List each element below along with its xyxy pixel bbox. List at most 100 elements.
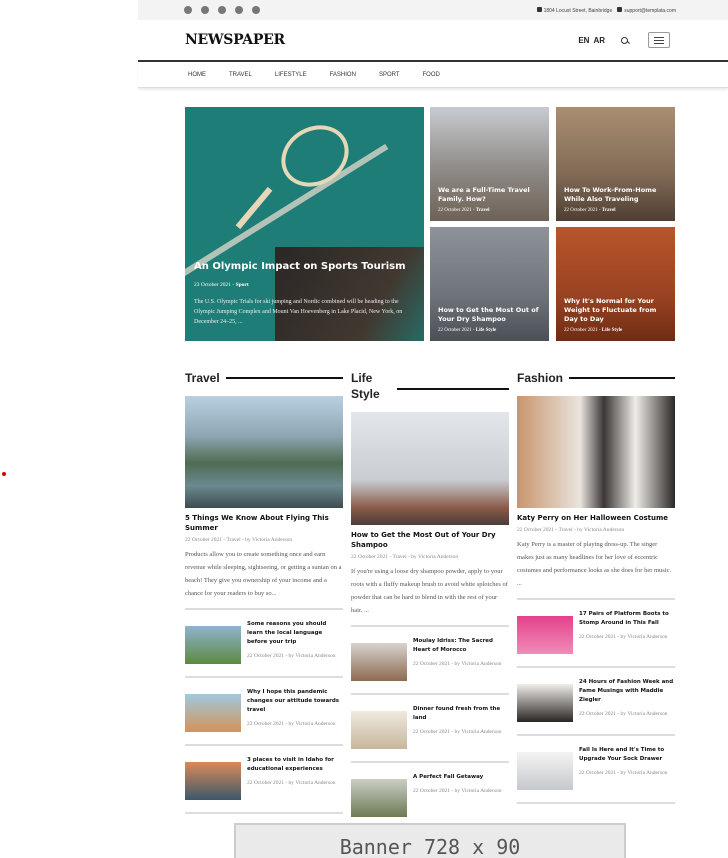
list-item[interactable]: Moulay Idriss: The Sacred Heart of Moroc… xyxy=(351,627,509,695)
tile-title[interactable]: How To Work-From-Home While Also Traveli… xyxy=(564,186,669,204)
hero-tile[interactable]: Why It's Normal for Your Weight to Fluct… xyxy=(556,227,675,341)
tile-category[interactable]: Travel xyxy=(602,208,616,213)
language-switch: EN AR xyxy=(578,36,605,45)
list-item[interactable]: Dinner found fresh from the land 22 Octob… xyxy=(351,695,509,763)
list-title[interactable]: Why I hope this pandemic changes our att… xyxy=(247,688,343,715)
travel-column: Travel 5 Things We Know About Flying Thi… xyxy=(185,370,343,814)
list-meta: 22 October 2021 - by Victoria Anderson xyxy=(247,780,336,786)
list-item[interactable]: A Perfect Fall Getaway 22 October 2021 - … xyxy=(351,763,509,831)
list-item[interactable]: Why I hope this pandemic changes our att… xyxy=(185,678,343,746)
list-item[interactable]: Fall Is Here and It's Time to Upgrade Yo… xyxy=(517,736,675,804)
lang-ar[interactable]: AR xyxy=(593,36,605,45)
twitter-icon[interactable] xyxy=(201,6,209,14)
list-meta: 22 October 2021 - by Victoria Anderson xyxy=(413,661,502,667)
list-title[interactable]: Dinner found fresh from the land xyxy=(413,705,509,723)
nav-lifestyle[interactable]: LIFESTYLE xyxy=(275,72,307,78)
thumb-image xyxy=(517,616,573,654)
nav-home[interactable]: HOME xyxy=(188,72,206,78)
tile-date: 22 October 2021 xyxy=(564,328,598,333)
list-title[interactable]: 17 Pairs of Platform Boots to Stomp Arou… xyxy=(579,610,675,628)
feature-title[interactable]: Katy Perry on Her Halloween Costume xyxy=(517,513,675,523)
email-link[interactable]: support@templata.com xyxy=(624,8,676,14)
lifestyle-column: Life Style How to Get the Most Out of Yo… xyxy=(351,370,509,831)
tennis-racket-image xyxy=(270,113,360,199)
list-item[interactable]: 17 Pairs of Platform Boots to Stomp Arou… xyxy=(517,600,675,668)
contact-info: 1804 Locust Street, Bainbridge support@t… xyxy=(536,6,676,14)
feature-image[interactable] xyxy=(517,396,675,508)
nav-sport[interactable]: SPORT xyxy=(379,72,400,78)
dribbble-icon[interactable] xyxy=(235,6,243,14)
thumb-image xyxy=(517,752,573,790)
list-meta: 22 October 2021 - by Victoria Anderson xyxy=(413,729,502,735)
list-item[interactable]: 24 Hours of Fashion Week and Fame Musing… xyxy=(517,668,675,736)
red-dot-marker xyxy=(2,472,6,476)
hero-main-post[interactable]: An Olympic Impact on Sports Tourism 23 O… xyxy=(185,107,424,341)
list-meta: 22 October 2021 - by Victoria Anderson xyxy=(579,770,668,776)
tile-title[interactable]: We are a Full-Time Travel Family. How? xyxy=(438,186,543,204)
social-links xyxy=(184,6,260,14)
feature-excerpt: Katy Perry is a master of playing dress-… xyxy=(517,541,672,587)
menu-icon[interactable] xyxy=(648,32,670,48)
feature-title[interactable]: 5 Things We Know About Flying This Summe… xyxy=(185,513,343,533)
list-item[interactable]: Some reasons you should learn the local … xyxy=(185,610,343,678)
list-title[interactable]: Moulay Idriss: The Sacred Heart of Moroc… xyxy=(413,637,509,655)
ad-banner[interactable]: Banner 728 x 90 xyxy=(234,823,626,858)
fashion-column: Fashion Katy Perry on Her Halloween Cost… xyxy=(517,370,675,804)
tile-date: 22 October 2021 xyxy=(438,328,472,333)
list-item[interactable]: 3 places to visit in Idaho for education… xyxy=(185,746,343,814)
tile-category[interactable]: Life Style xyxy=(476,328,496,333)
list-title[interactable]: 24 Hours of Fashion Week and Fame Musing… xyxy=(579,678,675,705)
thumb-image xyxy=(517,684,573,722)
list-title[interactable]: Some reasons you should learn the local … xyxy=(247,620,343,647)
feature-excerpt: If you're using a loose dry shampoo powd… xyxy=(351,568,508,614)
feature-image[interactable] xyxy=(185,396,343,508)
facebook-icon[interactable] xyxy=(184,6,192,14)
list-meta: 22 October 2021 - by Victoria Anderson xyxy=(579,634,668,640)
hero-category[interactable]: Sport xyxy=(236,282,249,288)
feature-meta: 22 October 2021 - Travel - by Victoria A… xyxy=(185,537,293,543)
github-icon[interactable] xyxy=(218,6,226,14)
feature-title[interactable]: How to Get the Most Out of Your Dry Sham… xyxy=(351,530,509,550)
nav-fashion[interactable]: FASHION xyxy=(330,72,356,78)
nav-travel[interactable]: TRAVEL xyxy=(229,72,252,78)
youtube-icon[interactable] xyxy=(252,6,260,14)
hero-tile[interactable]: We are a Full-Time Travel Family. How? 22… xyxy=(430,107,549,221)
list-meta: 22 October 2021 - by Victoria Anderson xyxy=(247,653,336,659)
list-meta: 22 October 2021 - by Victoria Anderson xyxy=(579,711,668,717)
thumb-image xyxy=(185,694,241,732)
thumb-image xyxy=(185,762,241,800)
list-title[interactable]: A Perfect Fall Getaway xyxy=(413,773,501,782)
site-logo[interactable]: NEWSPAPER xyxy=(185,32,285,48)
top-bar: 1804 Locust Street, Bainbridge support@t… xyxy=(138,0,728,20)
column-heading: Travel xyxy=(185,371,220,385)
address: 1804 Locust Street, Bainbridge xyxy=(543,7,613,14)
list-title[interactable]: Fall Is Here and It's Time to Upgrade Yo… xyxy=(579,746,675,764)
hero-tile[interactable]: How To Work-From-Home While Also Traveli… xyxy=(556,107,675,221)
tile-category[interactable]: Travel xyxy=(476,208,490,213)
hero-title[interactable]: An Olympic Impact on Sports Tourism xyxy=(194,261,414,273)
tile-title[interactable]: How to Get the Most Out of Your Dry Sham… xyxy=(438,306,543,324)
list-title[interactable]: 3 places to visit in Idaho for education… xyxy=(247,756,343,774)
tile-title[interactable]: Why It's Normal for Your Weight to Fluct… xyxy=(564,297,669,324)
feature-image[interactable] xyxy=(351,412,509,525)
column-heading: Life Style xyxy=(351,371,380,401)
search-icon[interactable] xyxy=(621,36,628,44)
nav-food[interactable]: FOOD xyxy=(423,72,440,78)
hero-grid: An Olympic Impact on Sports Tourism 23 O… xyxy=(185,107,675,341)
page: 1804 Locust Street, Bainbridge support@t… xyxy=(138,0,728,858)
tile-date: 22 October 2021 xyxy=(564,208,598,213)
column-heading: Fashion xyxy=(517,371,564,385)
mail-icon xyxy=(617,6,623,12)
thumb-image xyxy=(351,711,407,749)
hero-excerpt: The U.S. Olympic Trials for ski jumping … xyxy=(194,299,403,325)
hero-date: 23 October 2021 xyxy=(194,282,231,288)
list-meta: 22 October 2021 - by Victoria Anderson xyxy=(413,788,502,794)
lang-en[interactable]: EN xyxy=(578,36,589,45)
feature-meta: 22 October 2021 - Travel - by Victoria A… xyxy=(351,554,459,560)
tile-category[interactable]: Life Style xyxy=(602,328,622,333)
feature-meta: 22 October 2021 - Travel - by Victoria A… xyxy=(517,527,625,533)
site-header: NEWSPAPER EN AR xyxy=(138,20,728,62)
tile-date: 22 October 2021 xyxy=(438,208,472,213)
hero-tile[interactable]: How to Get the Most Out of Your Dry Sham… xyxy=(430,227,549,341)
location-icon xyxy=(536,6,542,12)
